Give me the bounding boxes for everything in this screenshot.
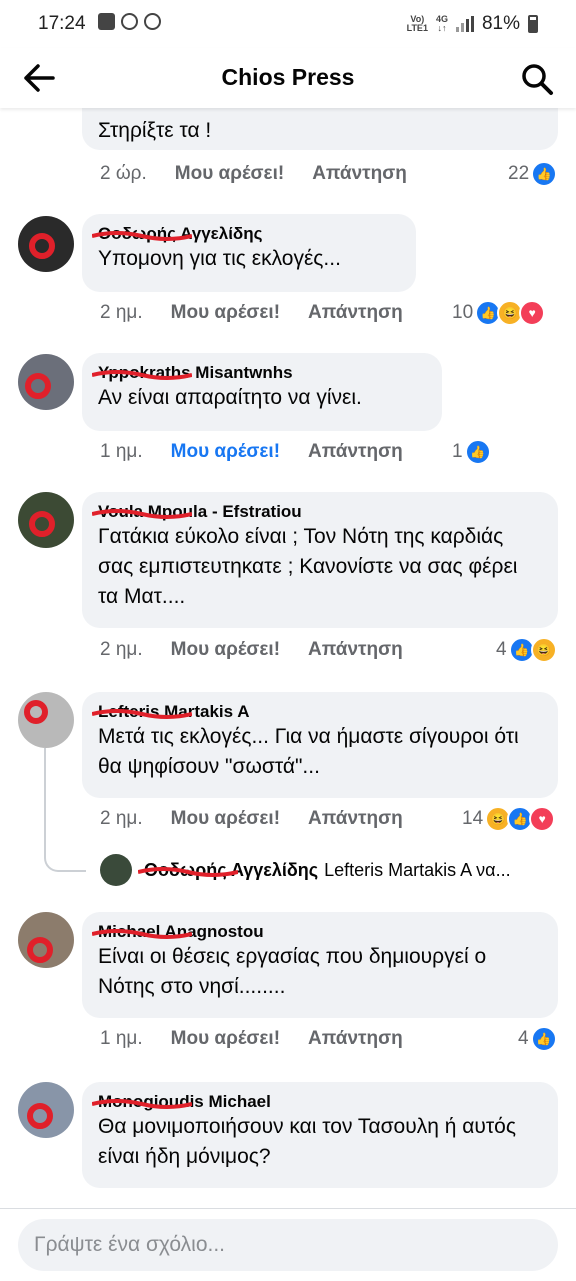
comment-actions: 2 ώρ. Μου αρέσει! Απάντηση — [100, 163, 435, 185]
avatar[interactable] — [18, 692, 74, 748]
reaction-summary[interactable]: 14 😆 👍 ♥ — [462, 806, 556, 832]
comment-bubble: Yppokraths Misantwnhs Αν είναι απαραίτητ… — [82, 353, 442, 431]
status-time: 17:24 — [38, 13, 86, 34]
like-button[interactable]: Μου αρέσει! — [171, 441, 280, 463]
comment-time: 1 ημ. — [100, 441, 143, 462]
reaction-count: 10 — [452, 302, 474, 323]
system-icons: Vo) LTE1 4G ↓↑ 81% — [407, 13, 538, 35]
avatar[interactable] — [18, 1082, 74, 1138]
reaction-count: 14 — [462, 808, 484, 829]
comment-time: 1 ημ. — [100, 1028, 143, 1049]
scribble-mark — [25, 373, 51, 399]
viber-icon — [144, 13, 161, 30]
reply-button[interactable]: Απάντηση — [312, 163, 407, 185]
commenter-name[interactable]: Voula Mpoula - Efstratiou — [92, 502, 302, 522]
comment-actions: 2 ημ. Μου αρέσει! Απάντηση — [100, 302, 431, 324]
reaction-summary[interactable]: 4 👍 😆 — [496, 637, 557, 663]
avatar[interactable] — [18, 354, 74, 410]
comment-composer: Γράψτε ένα σχόλιο... — [0, 1208, 576, 1281]
like-reaction-icon: 👍 — [530, 1026, 557, 1052]
battery-icon — [528, 15, 538, 33]
notification-icons — [98, 13, 161, 30]
comment-time: 2 ημ. — [100, 302, 143, 323]
haha-reaction-icon: 😆 — [530, 637, 557, 663]
search-icon[interactable] — [520, 62, 554, 96]
avatar[interactable] — [18, 912, 74, 968]
comment-bubble: Στηρίξτε τα ! — [82, 108, 558, 150]
comment-actions: 2 ημ. Μου αρέσει! Απάντηση — [100, 639, 431, 661]
reply-author-name: Θοδωρής Αγγελίδης — [138, 860, 318, 881]
love-reaction-icon: ♥ — [529, 806, 556, 832]
reply-preview-text: Lefteris Martakis A να... — [324, 859, 511, 880]
comment-actions: 1 ημ. Μου αρέσει! Απάντηση — [100, 441, 431, 463]
like-button[interactable]: Μου αρέσει! — [171, 302, 280, 324]
comment-time: 2 ώρ. — [100, 163, 147, 184]
comment-text: Είναι οι θέσεις εργασίας που δημιουργεί … — [98, 945, 487, 998]
love-reaction-icon: ♥ — [519, 300, 546, 326]
status-bar: 17:24 Vo) LTE1 4G ↓↑ 81% — [0, 0, 576, 48]
comment-bubble: Monogioudis Michael Θα μονιμοποιήσουν κα… — [82, 1082, 558, 1188]
comment-input[interactable]: Γράψτε ένα σχόλιο... — [18, 1219, 558, 1271]
reaction-count: 4 — [496, 639, 507, 660]
commenter-name[interactable]: Monogioudis Michael — [92, 1092, 271, 1112]
comment-text: Θα μονιμοποιήσουν και τον Τασουλη ή αυτό… — [98, 1115, 516, 1168]
scribble-mark — [27, 1103, 53, 1129]
comment-text: Μετά τις εκλογές... Για να ήμαστε σίγουρ… — [98, 725, 519, 778]
comment-text: Στηρίξτε τα ! — [98, 119, 212, 142]
commenter-name[interactable]: Yppokraths Misantwnhs — [92, 363, 293, 383]
reply-button[interactable]: Απάντηση — [308, 808, 403, 830]
reaction-summary[interactable]: 22 👍 — [508, 161, 558, 187]
battery-percent: 81% — [481, 13, 520, 34]
like-reaction-icon: 👍 — [464, 439, 491, 465]
reply-button[interactable]: Απάντηση — [308, 441, 403, 463]
like-button[interactable]: Μου αρέσει! — [171, 1028, 280, 1050]
reaction-count: 1 — [452, 441, 463, 462]
signal-icon — [455, 16, 474, 32]
network-indicator-icon: Vo) LTE1 — [406, 14, 428, 33]
comment-bubble: Lefteris Martakis A Μετά τις εκλογές... … — [82, 692, 558, 798]
reaction-summary[interactable]: 1 👍 — [452, 439, 491, 465]
reply-button[interactable]: Απάντηση — [308, 1028, 403, 1050]
like-button[interactable]: Μου αρέσει! — [171, 639, 280, 661]
comment-text: Αν είναι απαραίτητο να γίνει. — [98, 386, 362, 409]
reply-button[interactable]: Απάντηση — [308, 302, 403, 324]
reaction-summary[interactable]: 4 👍 — [518, 1026, 557, 1052]
comment-bubble: Voula Mpoula - Efstratiou Γατάκια εύκολο… — [82, 492, 558, 628]
4g-icon: 4G ↓↑ — [435, 14, 448, 33]
reply-preview[interactable]: Θοδωρής Αγγελίδης Lefteris Martakis A να… — [100, 854, 576, 886]
avatar — [100, 854, 132, 886]
comment-actions: 2 ημ. Μου αρέσει! Απάντηση — [100, 808, 431, 830]
comment-text: Γατάκια εύκολο είναι ; Τον Νότη της καρδ… — [98, 525, 518, 608]
avatar[interactable] — [18, 216, 74, 272]
commenter-name[interactable]: Lefteris Martakis A — [92, 702, 249, 722]
messenger-icon — [121, 13, 138, 30]
comment-bubble: Θοδωρής Αγγελίδης Υπομονη για τις εκλογέ… — [82, 214, 416, 292]
page-title: Chios Press — [221, 64, 355, 90]
scribble-mark — [27, 937, 53, 963]
like-button[interactable]: Μου αρέσει! — [171, 808, 280, 830]
commenter-name[interactable]: Θοδωρής Αγγελίδης — [92, 224, 262, 244]
scribble-mark — [24, 700, 48, 724]
comments-feed[interactable]: Στηρίξτε τα ! 2 ώρ. Μου αρέσει! Απάντηση… — [0, 108, 576, 1208]
reply-button[interactable]: Απάντηση — [308, 639, 403, 661]
like-reaction-icon: 👍 — [531, 161, 558, 187]
scribble-mark — [29, 511, 55, 537]
comment-time: 2 ημ. — [100, 639, 143, 660]
like-button[interactable]: Μου αρέσει! — [175, 163, 284, 185]
comment-time: 2 ημ. — [100, 808, 143, 829]
comment-actions: 1 ημ. Μου αρέσει! Απάντηση — [100, 1028, 431, 1050]
comment-text: Υπομονη για τις εκλογές... — [98, 247, 341, 270]
reaction-count: 4 — [518, 1028, 529, 1049]
reaction-count: 22 — [508, 163, 530, 184]
reaction-summary[interactable]: 10 👍 😆 ♥ — [452, 300, 546, 326]
thread-connector — [44, 748, 86, 872]
top-app-bar: Chios Press — [0, 48, 576, 108]
avatar[interactable] — [18, 492, 74, 548]
comment-bubble: Michael Anagnostou Είναι οι θέσεις εργασ… — [82, 912, 558, 1018]
gallery-icon — [98, 13, 115, 30]
scribble-mark — [29, 233, 55, 259]
commenter-name[interactable]: Michael Anagnostou — [92, 922, 264, 942]
